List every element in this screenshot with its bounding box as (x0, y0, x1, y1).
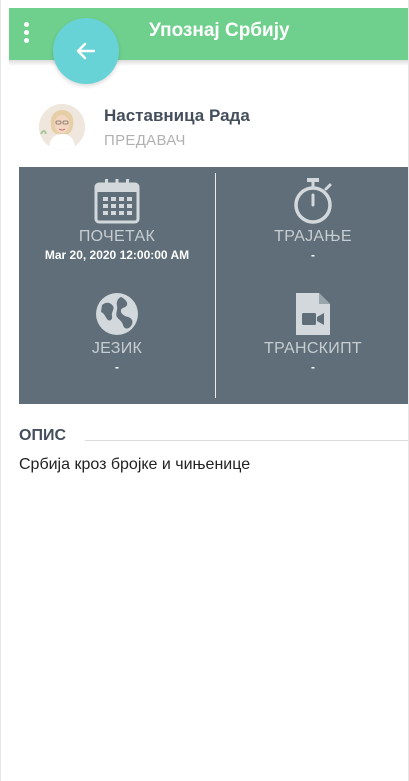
globe-icon (96, 293, 138, 335)
info-duration: ТРАЈАЊЕ - (215, 177, 408, 262)
transcript-value: - (311, 360, 315, 374)
author-role: ПРЕДАВАЧ (104, 132, 186, 149)
description-text: Србија кроз бројке и чињенице (19, 456, 251, 473)
info-transcript: ТРАНСКИПТ - (215, 291, 408, 374)
app-screen: Упознај Србију Наставница Рада ПРЕДАВАЧ (0, 0, 409, 781)
duration-value: - (311, 248, 315, 262)
start-label: ПОЧЕТАК (78, 228, 156, 245)
info-start: ПОЧЕТАК Mar 20, 2020 12:00:00 AM (19, 177, 215, 262)
calendar-icon (94, 179, 140, 224)
back-button[interactable] (53, 18, 119, 84)
info-language: ЈЕЗИК - (19, 291, 215, 374)
avatar (39, 104, 85, 150)
video-file-icon (296, 293, 330, 335)
description-divider (85, 440, 408, 441)
kebab-menu-icon[interactable] (23, 22, 31, 46)
start-value: Mar 20, 2020 12:00:00 AM (44, 248, 190, 262)
arrow-left-icon (76, 42, 96, 60)
author-name: Наставница Рада (104, 106, 250, 125)
stopwatch-icon (294, 178, 332, 224)
page-title: Упознај Србију (149, 20, 290, 41)
language-value: - (115, 360, 119, 374)
duration-label: ТРАЈАЊЕ (274, 228, 352, 245)
description-title: ОПИС (19, 427, 66, 444)
language-label: ЈЕЗИК (91, 340, 143, 357)
transcript-label: ТРАНСКИПТ (264, 340, 362, 357)
session-info-panel: ПОЧЕТАК Mar 20, 2020 12:00:00 AM ТРАЈАЊЕ… (19, 167, 408, 404)
